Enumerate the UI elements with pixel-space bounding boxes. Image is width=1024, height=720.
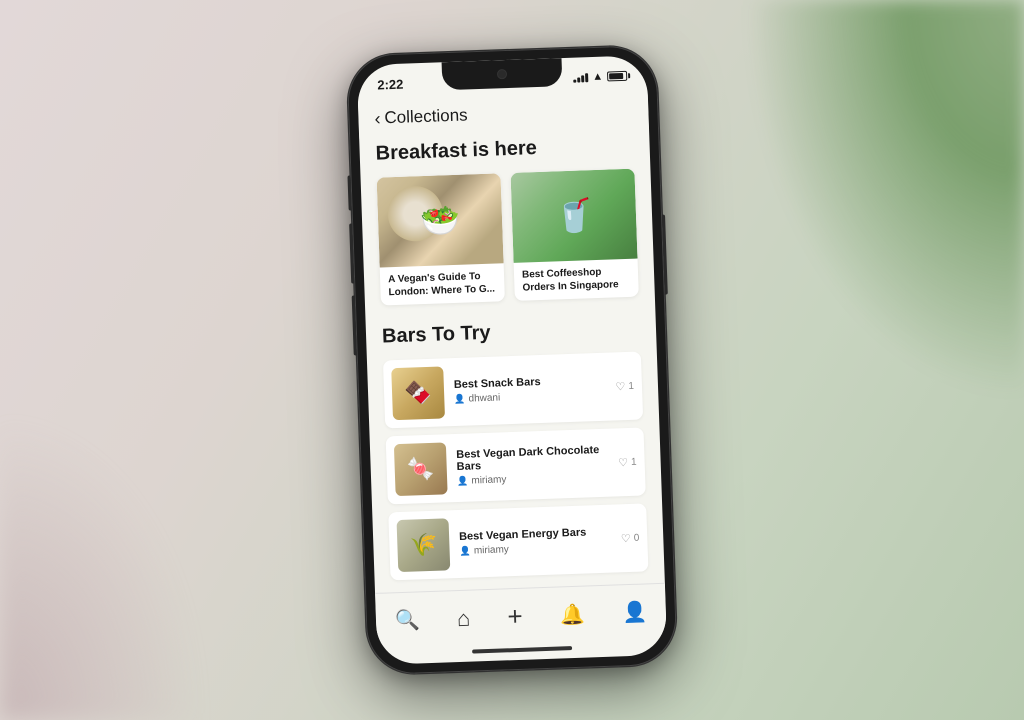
coffeeshop-image xyxy=(510,169,637,263)
add-icon: + xyxy=(507,601,523,633)
dark-choc-likes-count: 1 xyxy=(631,456,637,467)
energy-bars-thumbnail xyxy=(397,518,451,572)
breakfast-section: Breakfast is here A Vegan's Guide To Lon… xyxy=(375,134,639,306)
snack-bars-author-name: dhwani xyxy=(468,392,500,404)
wifi-icon: ▲ xyxy=(592,71,603,83)
heart-icon: ♡ xyxy=(618,456,628,469)
scroll-content[interactable]: Breakfast is here A Vegan's Guide To Lon… xyxy=(359,129,665,593)
app-content: ‹ Collections Breakfast is here A Veg xyxy=(358,91,668,665)
breakfast-heading: Breakfast is here xyxy=(375,134,634,166)
nav-item-profile[interactable]: 👤 xyxy=(614,595,656,629)
status-time: 2:22 xyxy=(377,76,404,92)
back-chevron-icon: ‹ xyxy=(374,109,381,127)
card-coffeeshop[interactable]: Best Coffeeshop Orders In Singapore xyxy=(510,169,638,301)
battery-fill xyxy=(609,73,623,79)
person-icon: 👤 xyxy=(454,394,466,405)
bars-section: Bars To Try Best Snack Bars 👤 dhwani xyxy=(382,317,649,581)
snack-bars-title: Best Snack Bars xyxy=(454,374,606,391)
dark-choc-author-name: miriamy xyxy=(471,474,506,486)
scene: 2:22 ▲ xyxy=(0,0,1024,720)
card-vegan-guide[interactable]: A Vegan's Guide To London: Where To G... xyxy=(377,173,505,305)
dark-choc-author: 👤 miriamy xyxy=(457,471,609,487)
vegan-guide-label: A Vegan's Guide To London: Where To G... xyxy=(380,263,505,305)
heart-icon: ♡ xyxy=(621,531,631,544)
energy-bars-title: Best Vegan Energy Bars xyxy=(459,526,611,543)
list-item[interactable]: Best Vegan Energy Bars 👤 miriamy ♡ 0 xyxy=(388,503,648,580)
volume-mute-button xyxy=(347,176,351,211)
vegan-guide-image xyxy=(377,173,504,267)
dark-choc-like[interactable]: ♡ 1 xyxy=(618,455,637,469)
dark-choc-info: Best Vegan Dark Chocolate Bars 👤 miriamy xyxy=(456,444,609,487)
status-icons: ▲ xyxy=(573,70,627,84)
nav-item-add[interactable]: + xyxy=(499,597,532,637)
back-button[interactable]: ‹ Collections xyxy=(374,105,468,128)
front-camera xyxy=(497,69,507,79)
home-icon: ⌂ xyxy=(457,605,471,631)
nav-item-home[interactable]: ⌂ xyxy=(448,601,478,636)
signal-bar-1 xyxy=(573,79,576,82)
background-plant xyxy=(744,0,1024,400)
person-icon: 👤 xyxy=(457,476,469,487)
profile-icon: 👤 xyxy=(622,599,648,625)
list-item[interactable]: Best Snack Bars 👤 dhwani ♡ 1 xyxy=(383,352,643,429)
dark-choc-thumbnail xyxy=(394,442,448,496)
snack-bars-likes-count: 1 xyxy=(628,380,634,391)
phone-screen: 2:22 ▲ xyxy=(357,55,668,665)
dark-choc-title: Best Vegan Dark Chocolate Bars xyxy=(456,444,608,473)
breakfast-grid: A Vegan's Guide To London: Where To G...… xyxy=(377,169,639,306)
energy-bars-author-name: miriamy xyxy=(474,544,509,556)
bell-icon: 🔔 xyxy=(560,602,586,628)
nav-item-notifications[interactable]: 🔔 xyxy=(551,597,593,631)
energy-bars-likes-count: 0 xyxy=(634,532,640,543)
snack-bars-like[interactable]: ♡ 1 xyxy=(615,379,634,393)
person-icon: 👤 xyxy=(459,546,471,557)
battery-icon xyxy=(607,71,627,82)
coffeeshop-label: Best Coffeeshop Orders In Singapore xyxy=(514,259,639,301)
signal-bar-2 xyxy=(577,77,580,82)
snack-bars-author: 👤 dhwani xyxy=(454,389,606,405)
snack-bars-thumbnail xyxy=(391,366,445,420)
home-indicator xyxy=(472,646,572,653)
energy-bars-like[interactable]: ♡ 0 xyxy=(621,531,640,545)
snack-bars-info: Best Snack Bars 👤 dhwani xyxy=(454,374,606,405)
signal-bar-3 xyxy=(581,75,584,82)
list-item[interactable]: Best Vegan Dark Chocolate Bars 👤 miriamy… xyxy=(386,427,646,504)
nav-title: Collections xyxy=(384,105,468,128)
energy-bars-author: 👤 miriamy xyxy=(459,541,611,557)
heart-icon: ♡ xyxy=(615,380,625,393)
signal-icon xyxy=(573,73,588,83)
bars-heading: Bars To Try xyxy=(382,317,641,349)
signal-bar-4 xyxy=(585,73,588,82)
search-icon: 🔍 xyxy=(394,607,420,633)
notch xyxy=(442,58,563,90)
nav-item-search[interactable]: 🔍 xyxy=(386,603,428,637)
phone-device: 2:22 ▲ xyxy=(346,45,677,675)
background-left xyxy=(0,420,200,720)
energy-bars-info: Best Vegan Energy Bars 👤 miriamy xyxy=(459,526,611,557)
